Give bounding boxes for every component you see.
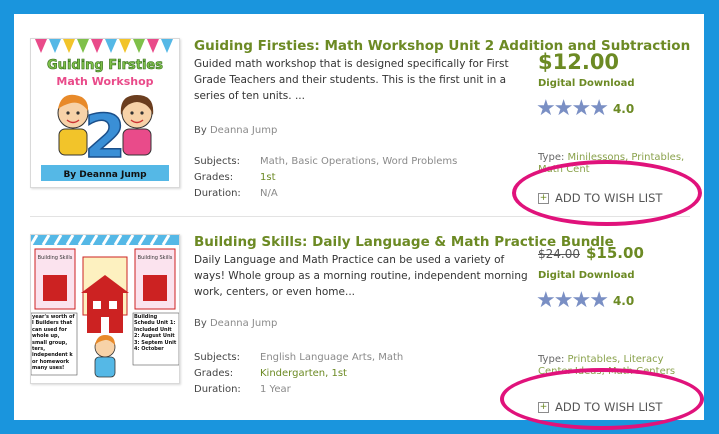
- meta-row-subjects: Subjects: English Language Arts, Math: [194, 350, 403, 366]
- delivery-type: Digital Download: [538, 78, 635, 89]
- delivery-type: Digital Download: [538, 270, 635, 281]
- product-meta: Subjects: Math, Basic Operations, Word P…: [194, 154, 457, 202]
- meta-row-duration: Duration: 1 Year: [194, 382, 403, 398]
- product-price: $24.00 $15.00: [538, 244, 644, 262]
- rating-stars: ★ ★ ★ ★ 4.0: [536, 98, 634, 120]
- add-to-wish-list-button[interactable]: + ADD TO WISH LIST: [538, 189, 663, 207]
- svg-text:2: 2: [84, 102, 126, 172]
- star-icon: ★: [589, 96, 609, 121]
- add-to-wish-list-button[interactable]: + ADD TO WISH LIST: [538, 398, 663, 416]
- product-meta: Subjects: English Language Arts, Math Gr…: [194, 350, 403, 398]
- rating-value: 4.0: [612, 102, 635, 116]
- svg-text:Building Skills: Building Skills: [38, 255, 73, 261]
- math-workshop-cover-image: Guiding Firsties Math Workshop 2 By Dean…: [31, 39, 179, 187]
- meta-row-grades: Grades: 1st: [194, 170, 457, 186]
- subjects-link[interactable]: English Language Arts, Math: [260, 350, 403, 366]
- product-thumbnail[interactable]: Guiding Firsties Math Workshop 2 By Dean…: [30, 38, 180, 188]
- duration-value: 1 Year: [260, 384, 291, 395]
- product-description: Guided math workshop that is designed sp…: [194, 58, 509, 102]
- duration-value: N/A: [260, 188, 278, 199]
- building-skills-cover-image: Building Skills Building Skills year's w…: [31, 235, 179, 383]
- svg-text:Building Skills: Building Skills: [138, 255, 173, 261]
- product-author: By Deanna Jump: [194, 125, 277, 136]
- plus-box-icon: +: [538, 192, 549, 204]
- type-label: Type:: [538, 152, 565, 163]
- product-list-panel: Guiding Firsties Math Workshop 2 By Dean…: [14, 14, 704, 430]
- svg-text:Guiding Firsties: Guiding Firsties: [47, 58, 163, 73]
- product-description: Daily Language and Math Practice can be …: [194, 254, 528, 298]
- author-link[interactable]: Deanna Jump: [210, 125, 277, 136]
- meta-label: Duration:: [194, 188, 241, 199]
- meta-label: Duration:: [194, 384, 241, 395]
- plus-box-icon: +: [538, 401, 549, 413]
- author-prefix: By: [194, 125, 207, 136]
- sale-price: $15.00: [586, 244, 644, 262]
- star-icon: ★: [589, 288, 609, 313]
- original-price: $24.00: [538, 247, 580, 261]
- product-card: Guiding Firsties Math Workshop 2 By Dean…: [14, 38, 704, 228]
- resource-type: Type: Minilessons, Printables, Math Cent: [538, 152, 688, 176]
- meta-label: Subjects:: [194, 352, 240, 363]
- grades-link[interactable]: Kindergarten, 1st: [260, 366, 347, 382]
- product-price: $12.00: [538, 50, 620, 74]
- product-divider: [30, 216, 690, 217]
- subjects-link[interactable]: Math, Basic Operations, Word Problems: [260, 154, 457, 170]
- product-author: By Deanna Jump: [194, 318, 277, 329]
- product-thumbnail[interactable]: Building Skills Building Skills year's w…: [30, 234, 180, 384]
- rating-value: 4.0: [612, 294, 635, 308]
- rating-stars: ★ ★ ★ ★ 4.0: [536, 290, 634, 312]
- svg-text:Math Workshop: Math Workshop: [56, 75, 153, 88]
- svg-text:By Deanna Jump: By Deanna Jump: [63, 170, 147, 180]
- product-card: Building Skills Building Skills year's w…: [14, 234, 704, 424]
- grades-link[interactable]: 1st: [260, 170, 276, 186]
- author-link[interactable]: Deanna Jump: [210, 318, 277, 329]
- type-label: Type:: [538, 354, 565, 365]
- meta-row-grades: Grades: Kindergarten, 1st: [194, 366, 403, 382]
- wish-list-label: ADD TO WISH LIST: [555, 191, 663, 205]
- meta-label: Grades:: [194, 368, 234, 379]
- meta-row-duration: Duration: N/A: [194, 186, 457, 202]
- wish-list-label: ADD TO WISH LIST: [555, 400, 663, 414]
- meta-label: Grades:: [194, 172, 234, 183]
- author-prefix: By: [194, 318, 207, 329]
- meta-label: Subjects:: [194, 156, 240, 167]
- meta-row-subjects: Subjects: Math, Basic Operations, Word P…: [194, 154, 457, 170]
- resource-type: Type: Printables, Literacy Center Ideas,…: [538, 354, 688, 378]
